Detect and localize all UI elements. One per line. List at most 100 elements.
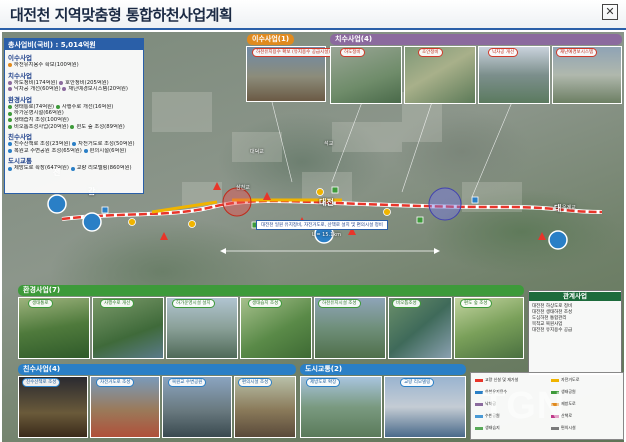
budget-item: 하천유지용수 확보(100억원) — [8, 62, 140, 69]
category-label: 환경사업 — [8, 95, 32, 104]
section-dosi-label: 도시교통(2) — [300, 364, 466, 375]
budget-category-dosi: 도시교통 제방도로 확장(647억원) 교량 리모델링(860억원) — [8, 155, 140, 172]
bullet-icon — [8, 111, 12, 116]
bullet-icon — [8, 105, 12, 110]
legend-symbol-label: 교량 신설 및 재가설 — [485, 377, 519, 382]
legend-symbol: 교량 신설 및 재가설 — [475, 377, 518, 383]
budget-item-label: 생태통로(74억원) — [14, 103, 55, 110]
place-label-samcheon: 삼천교 — [236, 185, 250, 191]
caption-env-7: 편도 숲 조성 — [460, 299, 492, 308]
length-label: L = 15.1km — [312, 232, 342, 238]
place-label-daedeok: 대덕교 — [250, 149, 264, 155]
bullet-icon — [8, 142, 12, 147]
caption-chisu-3: 낙차공 개선 — [488, 48, 519, 57]
emblem-icon: ✕ — [602, 4, 618, 20]
urban-texture — [152, 92, 522, 212]
category-label: 치수사업 — [8, 71, 32, 80]
focus-circle-1 — [222, 187, 252, 217]
length-arrow — [220, 248, 440, 254]
title-bar: 대전천 지역맞춤형 통합하천사업계획 ✕ — [0, 0, 626, 30]
budget-item-label: 사행수로 개선(16억원) — [61, 103, 114, 110]
section-chinsu-label: 친수사업(4) — [18, 364, 296, 375]
budget-item: 생태습지 조성(100억원) — [8, 117, 140, 124]
page-title: 대전천 지역맞춤형 통합하천사업계획 — [10, 6, 233, 24]
budget-item-label: 편도 숲 조성(89억원) — [76, 123, 125, 130]
bullet-icon — [72, 142, 77, 147]
budget-item-label: 하도정비(174억원) — [14, 79, 58, 86]
caption-env-4: 생태습지 조성 — [248, 299, 283, 308]
section-hwangyeong-label: 환경사업(7) — [18, 285, 524, 296]
category-label: 이수사업 — [8, 54, 32, 62]
swatch-icon — [475, 378, 483, 382]
budget-item: 하가운영시설(66억원) — [8, 110, 140, 117]
budget-item: 하도정비(174억원) 호안정비(205억원) — [8, 80, 140, 87]
caption-env-2: 사행수로 개선 — [100, 299, 135, 308]
caption-chisu-1: 하도정비 — [340, 48, 365, 57]
budget-item-label: 편의시설(6억원) — [89, 147, 127, 154]
budget-item: 친수산책로 조성(23억원) 자전거도로 조성(50억원) — [8, 141, 140, 148]
bullet-icon — [8, 87, 12, 92]
budget-item-label: 하천유지용수 확보(100억원) — [14, 62, 79, 68]
place-label-seokgyo: 석교 — [324, 141, 334, 147]
budget-item-label: 낙차공 개선(60억원) — [14, 86, 61, 93]
bullet-icon — [70, 166, 75, 171]
legend-title: 관계사업 — [529, 292, 621, 301]
budget-item: 생태통로(74억원) 사행수로 개선(16억원) — [8, 104, 140, 111]
place-label-okgye: 옥계교 — [562, 205, 576, 211]
caption-chisu-4: 재난예경보시스템 — [556, 48, 598, 57]
budget-item-label: 복원교 수변공원 조성(65억원) — [14, 147, 82, 154]
budget-item-label: 자전거도로 조성(50억원) — [78, 141, 135, 148]
length-annotation — [220, 241, 440, 254]
river-name-daejeon: 대전 — [319, 198, 334, 207]
budget-item: 낙차공 개선(60억원) 재난예경보시스템(20억원) — [8, 86, 140, 93]
caption-env-6: 비오톱조성 — [392, 299, 421, 308]
budget-item-label: 생태습지 조성(100억원) — [14, 116, 69, 123]
watermark-logo: TGN — [482, 385, 566, 427]
section-chisu-label: 치수사업(4) — [330, 34, 622, 45]
budget-item: 복원교 수변공원 조성(65억원) 편의시설(6억원) — [8, 148, 140, 155]
bullet-icon — [55, 105, 60, 110]
bullet-icon — [70, 124, 75, 129]
bullet-icon — [8, 149, 12, 154]
related-projects-legend: 관계사업 대전천 하상도로 정비 대전천 생태하천 조성 도심하천 통합관리 목… — [528, 290, 622, 376]
category-label: 친수사업 — [8, 133, 32, 142]
bullet-icon — [8, 124, 12, 129]
caption-env-5: 하천유지시설 조성 — [318, 299, 361, 308]
budget-item: 비오톱조성사업(20억원) 편도 숲 조성(89억원) — [8, 124, 140, 131]
budget-item-label: 교량 리모델링(860억원) — [76, 165, 132, 172]
bullet-icon — [8, 118, 12, 123]
category-label: 도시교통 — [8, 157, 32, 166]
caption-dosi-1: 제방도로 확장 — [306, 378, 341, 387]
budget-category-chisu: 치수사업 하도정비(174억원) 호안정비(205억원) 낙차공 개선(60억원… — [8, 70, 140, 93]
budget-item-label: 제방도로 확장(647억원) — [14, 165, 69, 172]
budget-panel: 총사업비(국비) : 5,014억원 이수사업 하천유지용수 확보(100억원)… — [4, 38, 144, 194]
bullet-icon — [62, 87, 67, 92]
scope-note: 대전천 일원 유지정비, 자전거도로, 산책로 설치 및 편의시설 정비 — [256, 220, 388, 230]
caption-chin-4: 편의시설 조성 — [238, 378, 273, 387]
budget-total: 총사업비(국비) : 5,014억원 — [5, 39, 143, 50]
budget-item-label: 비오톱조성사업(20억원) — [14, 123, 69, 130]
river-name-dae: 대 — [554, 204, 562, 213]
bullet-icon — [8, 80, 12, 85]
bullet-icon — [59, 80, 64, 85]
section-isu-label: 이수사업(1) — [247, 34, 295, 45]
caption-chin-3: 복원교 수변공원 — [168, 378, 207, 387]
bullet-icon — [8, 166, 12, 171]
legend-item: 대전천 유지용수 공급 — [532, 328, 573, 333]
swatch-icon — [551, 378, 559, 382]
focus-circle-2 — [428, 187, 462, 221]
budget-item-label: 재난예경보시스템(20억원) — [68, 86, 128, 93]
budget-item: 제방도로 확장(647억원) 교량 리모델링(860억원) — [8, 165, 140, 172]
caption-env-3: 하가운영시설 설치 — [172, 299, 215, 308]
caption-isu-1: 하천유지용수 확보 (유지용수 공급시설) — [252, 48, 335, 57]
caption-chin-2: 자전거도로 조성 — [96, 378, 135, 387]
budget-category-chinsu: 친수사업 친수산책로 조성(23억원) 자전거도로 조성(50억원) 복원교 수… — [8, 131, 140, 154]
caption-dosi-2: 교량 리모델링 — [400, 378, 435, 387]
legend-symbol: 자전거도로 — [551, 377, 579, 383]
legend-symbol-label: 자전거도로 — [561, 377, 580, 382]
bullet-icon — [83, 149, 88, 154]
caption-env-1: 생태통로 — [28, 299, 53, 308]
budget-item-label: 호안정비(205억원) — [65, 79, 109, 86]
caption-chin-1: 친수산책로 조성 — [22, 378, 61, 387]
budget-category-hwangyeong: 환경사업 생태통로(74억원) 사행수로 개선(16억원) 하가운영시설(66억… — [8, 94, 140, 130]
